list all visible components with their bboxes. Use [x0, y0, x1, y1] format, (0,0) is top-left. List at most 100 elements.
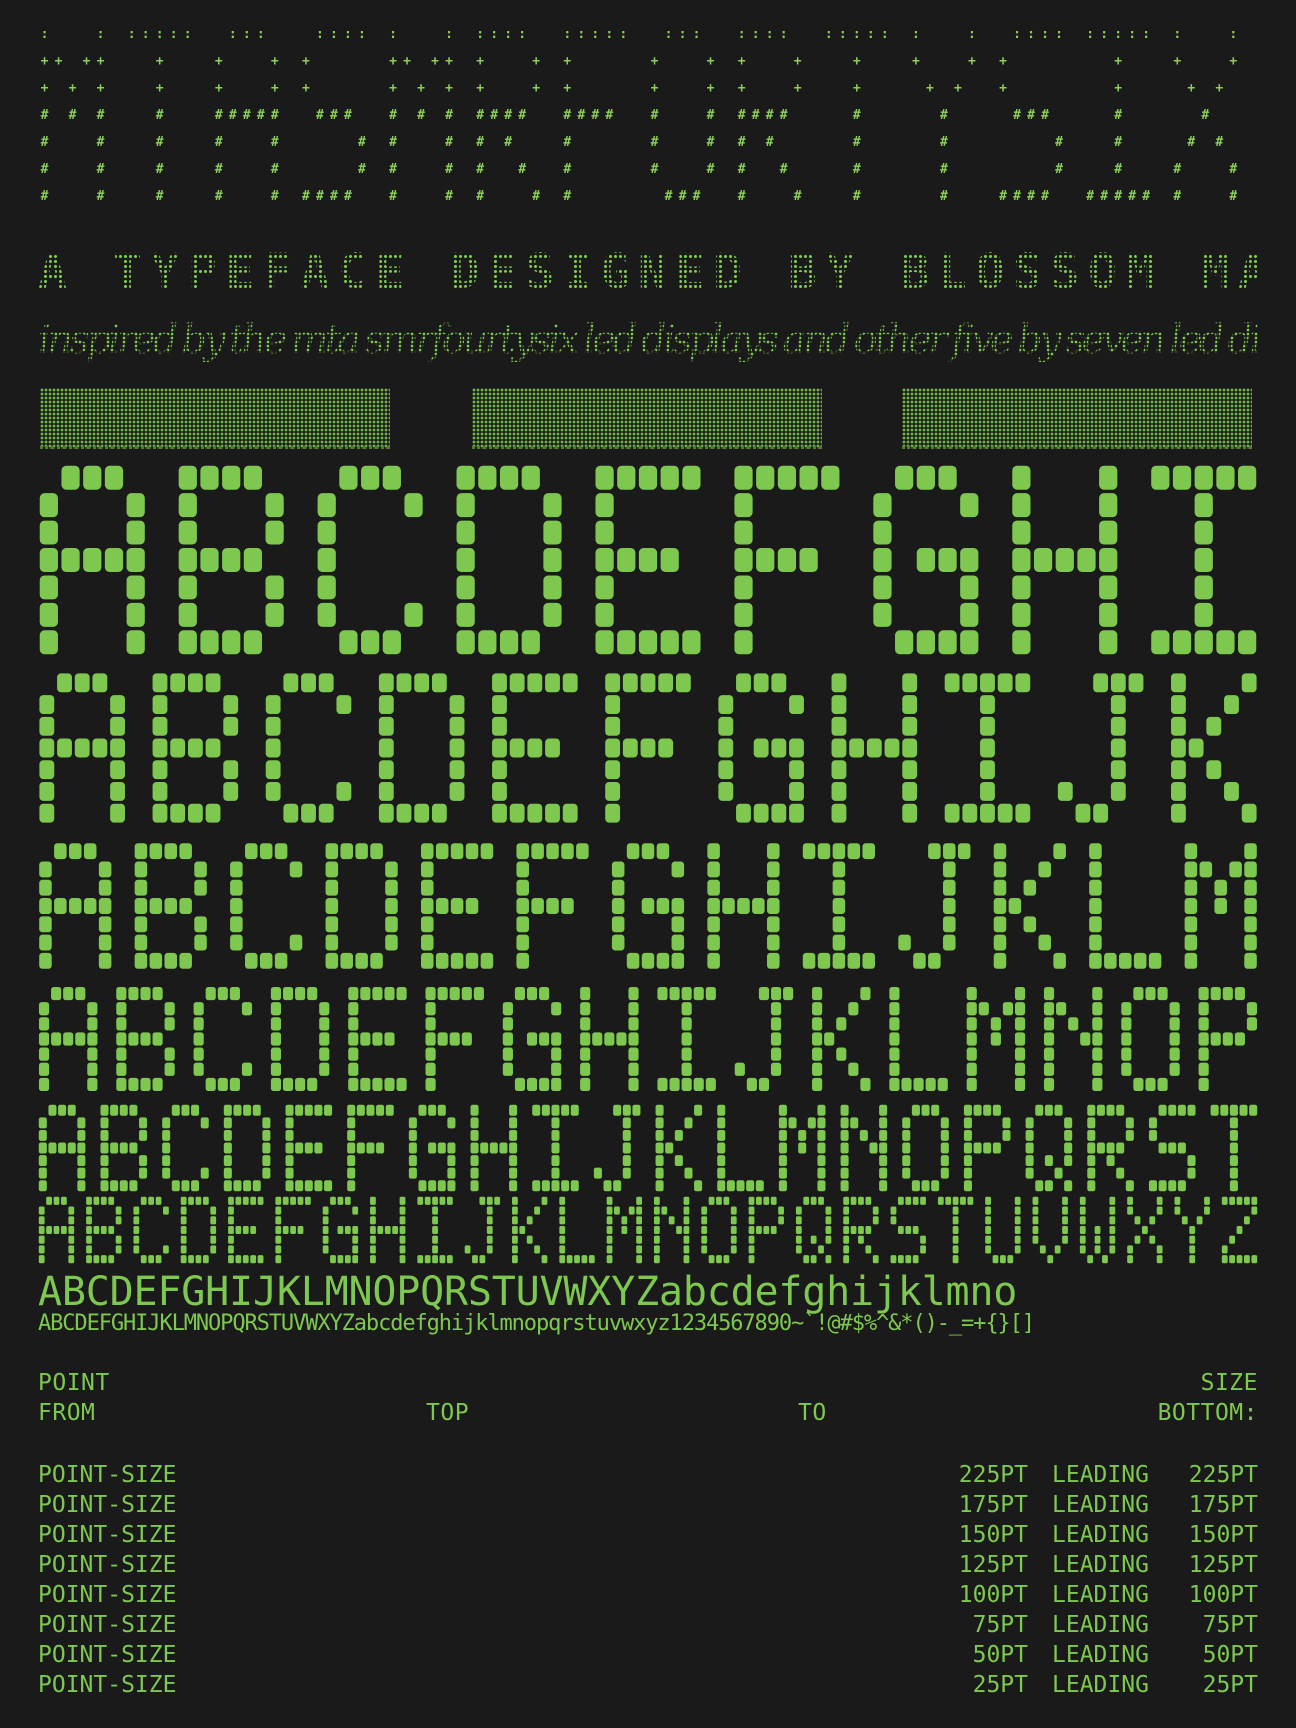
led-dot: [803, 1255, 810, 1264]
led-dot: [116, 1047, 127, 1061]
led-dot: [318, 673, 334, 693]
led-dot: [730, 1225, 737, 1235]
led-dot: [1064, 1155, 1073, 1167]
point-size-value: 225PT: [958, 1462, 1028, 1488]
leading-label: LEADING: [1052, 1492, 1149, 1518]
led-dot: [297, 1225, 304, 1235]
led-dot: [1234, 1032, 1245, 1046]
led-dot: [963, 1167, 972, 1179]
led-dot: [352, 1245, 359, 1254]
title-dot: #: [650, 162, 659, 177]
led-dot: [799, 548, 818, 572]
led-dot: [985, 1206, 992, 1215]
led-dot: [252, 1180, 261, 1192]
led-dot: [140, 1196, 147, 1205]
led-dot: [873, 575, 892, 600]
title-dot: #: [1215, 135, 1224, 150]
led-dot: [832, 861, 846, 878]
led-dot: [1014, 1216, 1021, 1225]
led-dot: [865, 1196, 872, 1205]
led-dot: [1156, 1245, 1163, 1254]
led-dot: [356, 1104, 365, 1116]
glyph-i: [944, 673, 1031, 823]
led-dot: [265, 738, 281, 758]
led-dot: [1062, 1206, 1068, 1215]
title-dot: :: [866, 27, 875, 42]
led-dot: [595, 575, 614, 600]
led-dot: [270, 1062, 282, 1076]
led-dot: [1039, 1245, 1046, 1254]
led-dot: [180, 1196, 187, 1205]
led-dot: [622, 1167, 631, 1179]
title-dot: #: [1114, 108, 1123, 123]
led-dot: [843, 1235, 850, 1244]
led-dot: [449, 716, 465, 736]
led-dot: [399, 1255, 406, 1264]
led-dot: [812, 1017, 823, 1031]
led-dot: [736, 1180, 745, 1192]
title-dot: #: [270, 135, 279, 150]
led-dot: [470, 1117, 479, 1129]
led-dot: [188, 1196, 194, 1205]
led-dot: [694, 1104, 703, 1116]
led-dot: [1246, 1002, 1258, 1016]
title-dot: #: [40, 189, 49, 204]
title-dot: +: [563, 54, 572, 69]
glyph-s: [890, 1196, 926, 1264]
led-dot: [1222, 1032, 1233, 1046]
led-dot: [194, 916, 207, 933]
led-dot: [178, 520, 197, 545]
led-dot: [322, 1206, 329, 1215]
led-dot: [417, 1196, 424, 1205]
led-dot: [1109, 1235, 1116, 1244]
led-dot: [807, 1117, 816, 1129]
led-dot: [840, 1104, 849, 1116]
led-dot: [960, 1196, 966, 1205]
title-dot: +: [270, 54, 279, 69]
led-dot: [378, 695, 394, 715]
led-dot: [223, 760, 239, 780]
glyph-f: [734, 465, 840, 655]
led-dot: [63, 1032, 74, 1046]
led-dot: [655, 1155, 664, 1167]
title-dot: +: [96, 54, 105, 69]
led-dot: [252, 1104, 261, 1116]
led-dot: [1169, 1062, 1180, 1076]
led-dot: [290, 1225, 296, 1235]
led-dot: [701, 1216, 708, 1225]
led-dot: [911, 1180, 920, 1192]
led-dot: [399, 1235, 406, 1244]
title-dot: #: [256, 108, 265, 123]
title-dot: #: [358, 162, 366, 177]
leading-label: LEADING: [1052, 1552, 1149, 1578]
led-dot: [671, 898, 685, 914]
title-dot: #: [155, 189, 164, 204]
led-dot: [551, 1167, 560, 1179]
title-dot: #: [96, 189, 105, 204]
led-dot: [1110, 760, 1126, 780]
led-dot: [340, 843, 353, 860]
led-dot: [966, 986, 977, 1001]
led-dot: [767, 916, 780, 933]
led-dot: [1251, 1196, 1258, 1205]
led-dot: [512, 1216, 518, 1225]
led-dot: [1171, 803, 1186, 823]
led-dot: [93, 1255, 100, 1264]
title-dot: #: [852, 162, 861, 177]
led-dot: [512, 1225, 518, 1235]
led-dot: [763, 1196, 770, 1205]
led-dot: [425, 1047, 436, 1061]
led-dot: [372, 986, 383, 1001]
led-dot: [492, 760, 507, 780]
led-dot: [655, 1117, 664, 1129]
led-dot: [521, 465, 540, 490]
led-dot: [58, 1104, 67, 1116]
title-dot: :: [1114, 27, 1123, 42]
led-dot: [1062, 1225, 1068, 1235]
led-dot: [1014, 1032, 1026, 1046]
led-dot: [1044, 1155, 1053, 1167]
led-dot: [736, 673, 751, 693]
led-dot: [83, 465, 102, 490]
led-dot: [152, 781, 168, 801]
led-dot: [126, 548, 145, 572]
